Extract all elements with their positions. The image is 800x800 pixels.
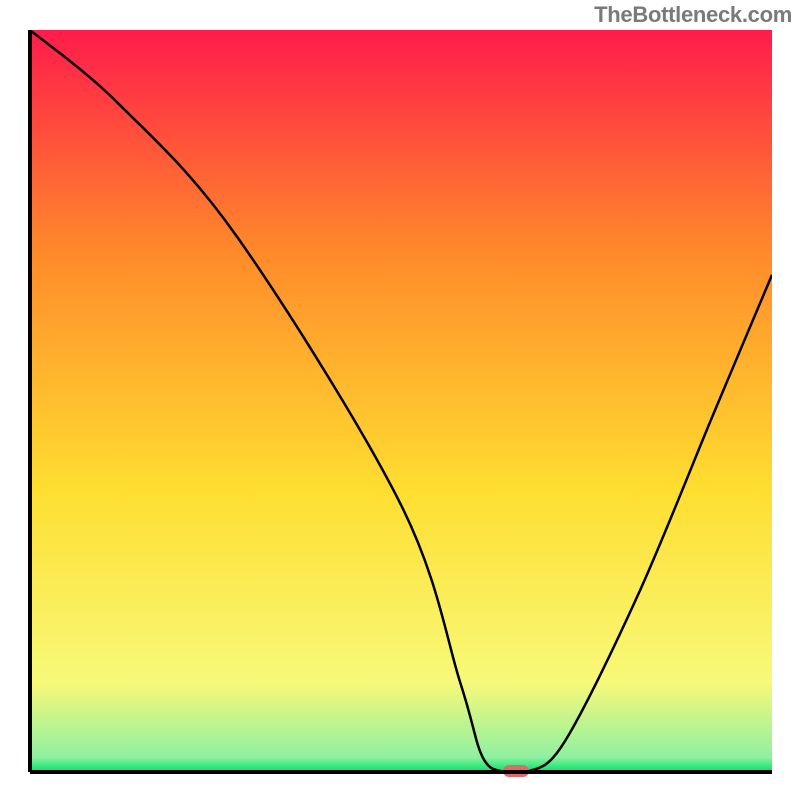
gradient-background	[30, 30, 772, 772]
chart-svg	[0, 0, 800, 800]
watermark-text: TheBottleneck.com	[594, 2, 792, 28]
bottleneck-chart: TheBottleneck.com	[0, 0, 800, 800]
